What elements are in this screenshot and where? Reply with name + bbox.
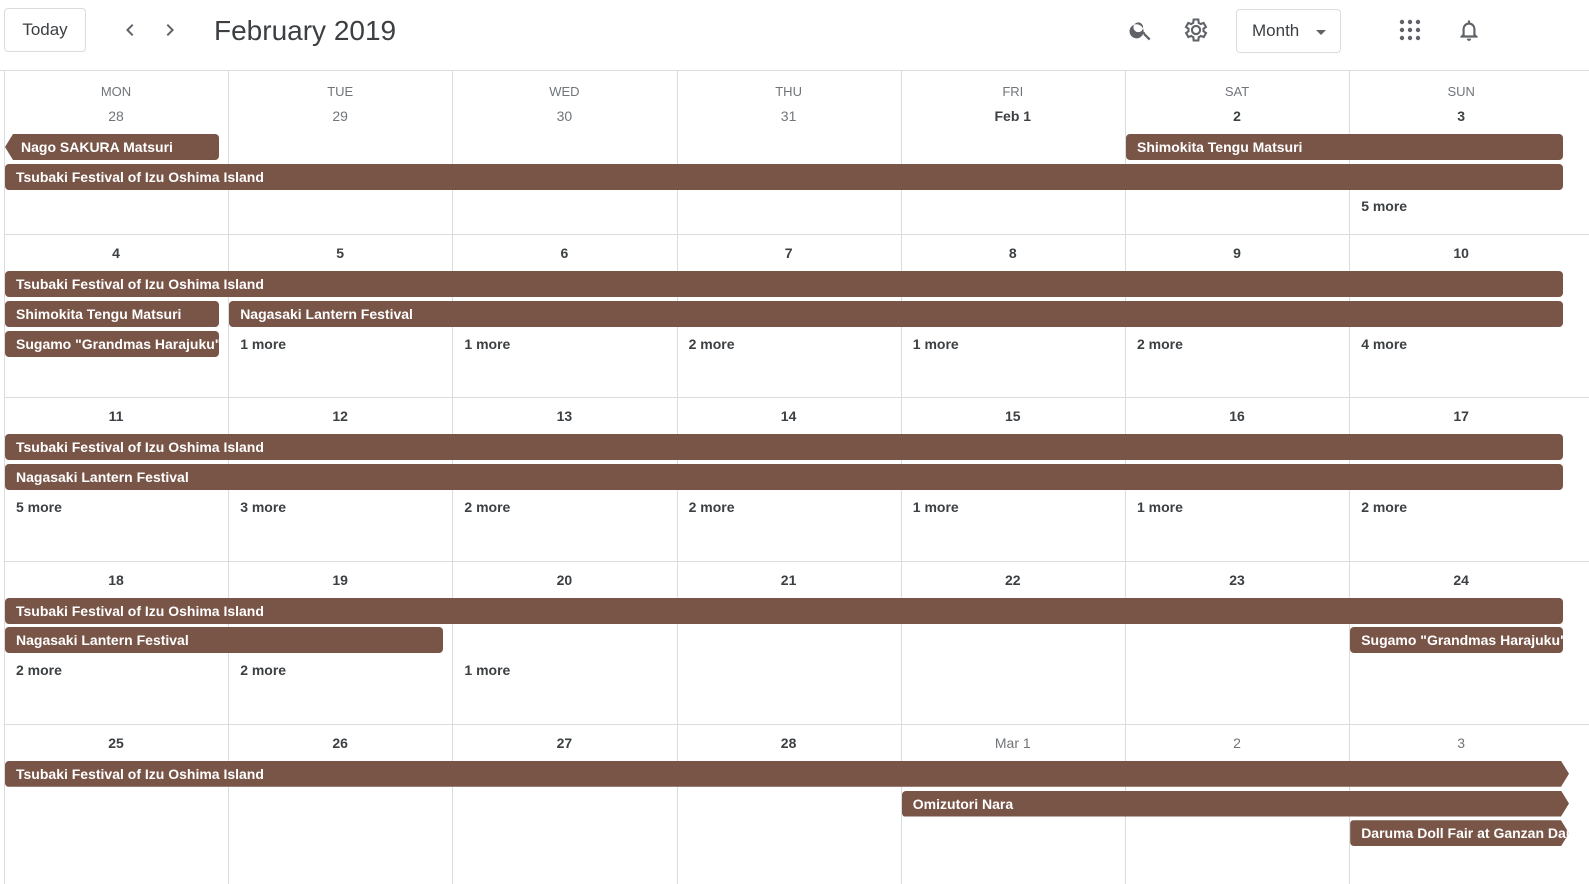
more-events-link[interactable]: 1 more	[453, 331, 510, 357]
day-number[interactable]: 22	[901, 572, 1125, 588]
event-chip[interactable]: Tsubaki Festival of Izu Oshima Island	[5, 434, 1563, 461]
day-number[interactable]: 3	[1349, 108, 1573, 124]
more-events-link[interactable]: 4 more	[1350, 331, 1407, 357]
grid-row-line	[4, 234, 1589, 235]
day-number[interactable]: 20	[452, 572, 676, 588]
day-number[interactable]: 3	[1349, 735, 1573, 751]
day-number[interactable]: 4	[4, 245, 228, 261]
gear-icon	[1184, 18, 1208, 42]
more-events-link[interactable]: 3 more	[229, 494, 286, 520]
day-number[interactable]: 25	[4, 735, 228, 751]
more-events-link[interactable]: 1 more	[902, 494, 959, 520]
view-selector-label: Month	[1252, 21, 1300, 40]
weekday-header: MON	[100, 84, 132, 99]
more-events-link[interactable]: 2 more	[453, 494, 510, 520]
month-grid: MON TUE WED THU FRI SAT SUN 28 29 30 31 Feb 1 2 3 Nago…	[0, 71, 1589, 884]
bell-icon	[1460, 20, 1478, 41]
day-number[interactable]: 30	[452, 108, 676, 124]
event-chip[interactable]: Tsubaki Festival of Izu Oshima Island	[5, 761, 1569, 787]
calendar-header: Today February 2019 Month	[0, 0, 1589, 71]
day-number[interactable]: 9	[1125, 245, 1349, 261]
event-chip[interactable]: Omizutori Nara	[902, 791, 1569, 817]
event-chip[interactable]: Nagasaki Lantern Festival	[5, 627, 444, 654]
more-events-link[interactable]: 1 more	[229, 331, 286, 357]
day-number[interactable]: 28	[677, 735, 901, 751]
event-chip[interactable]: Sugamo "Grandmas Harajuku"	[5, 330, 220, 357]
day-number[interactable]: 12	[228, 408, 452, 424]
event-chip[interactable]: Tsubaki Festival of Izu Oshima Island	[5, 597, 1563, 624]
day-number[interactable]: 17	[1349, 408, 1573, 424]
event-chip[interactable]: Daruma Doll Fair at Ganzan Daishi-do Tem…	[1350, 820, 1569, 846]
day-number[interactable]: 24	[1349, 572, 1573, 588]
day-number[interactable]: 11	[4, 408, 228, 424]
grid-row-line	[4, 724, 1589, 725]
day-number[interactable]: 29	[228, 108, 452, 124]
apps-button[interactable]	[1392, 12, 1428, 48]
day-number[interactable]: 6	[452, 245, 676, 261]
day-number[interactable]: 18	[4, 572, 228, 588]
weekday-header: SAT	[1224, 84, 1250, 99]
more-events-link[interactable]: 2 more	[678, 494, 735, 520]
event-chip[interactable]: Nagasaki Lantern Festival	[5, 464, 1563, 491]
more-events-link[interactable]: 5 more	[5, 494, 62, 520]
grid-row-line	[4, 397, 1589, 398]
more-events-link[interactable]: 1 more	[902, 331, 959, 357]
event-chip[interactable]: Sugamo "Grandmas Harajuku"	[1350, 627, 1563, 654]
settings-button[interactable]	[1178, 12, 1214, 48]
day-number[interactable]: 2	[1125, 735, 1349, 751]
weekday-header: FRI	[1002, 84, 1024, 99]
weekday-header: TUE	[327, 84, 354, 99]
search-icon	[1129, 22, 1151, 41]
event-chip[interactable]: Nagasaki Lantern Festival	[229, 300, 1563, 327]
notifications-button[interactable]	[1451, 12, 1487, 48]
chevron-right-icon	[166, 24, 174, 36]
weekday-header: THU	[775, 84, 802, 99]
more-events-link[interactable]: 1 more	[453, 657, 510, 683]
more-events-link[interactable]: 2 more	[229, 657, 286, 683]
event-chip[interactable]: Shimokita Tengu Matsuri	[1126, 134, 1563, 160]
weekday-header: WED	[549, 84, 580, 99]
day-number[interactable]: 26	[228, 735, 452, 751]
event-chip[interactable]: Nago SAKURA Matsuri	[5, 134, 220, 160]
day-number[interactable]: 31	[677, 108, 901, 124]
day-number[interactable]: 16	[1125, 408, 1349, 424]
day-number[interactable]: 8	[901, 245, 1125, 261]
day-number[interactable]: 28	[4, 108, 228, 124]
day-number[interactable]: 13	[452, 408, 676, 424]
search-button[interactable]	[1123, 12, 1159, 48]
event-chip[interactable]: Shimokita Tengu Matsuri	[5, 300, 220, 327]
view-selector[interactable]: Month	[1236, 9, 1341, 53]
day-number[interactable]: 7	[677, 245, 901, 261]
day-number[interactable]: Feb 1	[901, 108, 1125, 124]
day-number[interactable]: Mar 1	[901, 735, 1125, 751]
day-number[interactable]: 5	[228, 245, 452, 261]
more-events-link[interactable]: 5 more	[1350, 193, 1407, 219]
caret-down-icon	[1316, 30, 1326, 35]
day-number[interactable]: 27	[452, 735, 676, 751]
day-number[interactable]: 14	[677, 408, 901, 424]
day-number[interactable]: 23	[1125, 572, 1349, 588]
more-events-link[interactable]: 2 more	[1350, 494, 1407, 520]
next-month-button[interactable]	[154, 14, 186, 46]
more-events-link[interactable]: 2 more	[5, 657, 62, 683]
apps-grid-icon	[1399, 19, 1421, 41]
more-events-link[interactable]: 2 more	[1126, 331, 1183, 357]
day-number[interactable]: 2	[1125, 108, 1349, 124]
day-number[interactable]: 21	[677, 572, 901, 588]
more-events-link[interactable]: 1 more	[1126, 494, 1183, 520]
page-title: February 2019	[214, 15, 397, 46]
today-button[interactable]: Today	[4, 8, 86, 52]
chevron-left-icon	[126, 24, 134, 36]
grid-row-line	[4, 561, 1589, 562]
previous-month-button[interactable]	[114, 14, 146, 46]
day-number[interactable]: 19	[228, 572, 452, 588]
event-chip[interactable]: Tsubaki Festival of Izu Oshima Island	[5, 163, 1563, 190]
weekday-header: SUN	[1447, 84, 1475, 99]
day-number[interactable]: 15	[901, 408, 1125, 424]
event-chip[interactable]: Tsubaki Festival of Izu Oshima Island	[5, 271, 1563, 298]
more-events-link[interactable]: 2 more	[678, 331, 735, 357]
day-number[interactable]: 10	[1349, 245, 1573, 261]
